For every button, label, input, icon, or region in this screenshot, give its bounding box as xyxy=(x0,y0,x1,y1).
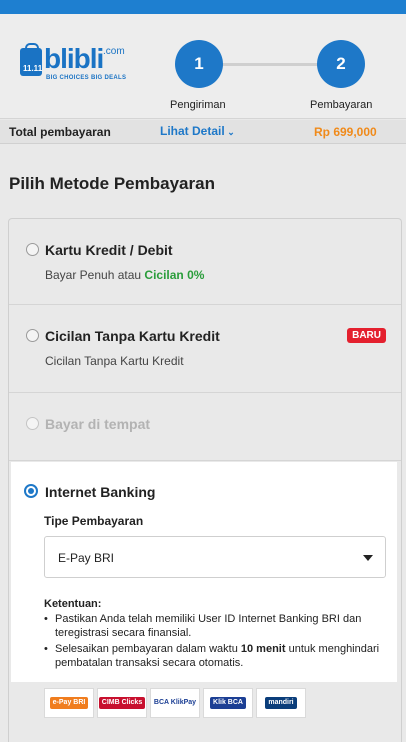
page-title: Pilih Metode Pembayaran xyxy=(9,174,215,193)
logo-tagline: BIG CHOICES BIG DEALS xyxy=(46,75,127,81)
checkout-header: 11.11 blibli .com BIG CHOICES BIG DEALS … xyxy=(0,14,406,119)
total-amount: Rp 699,000 xyxy=(314,125,377,139)
term-item: Pastikan Anda telah memiliki User ID Int… xyxy=(44,612,389,640)
method-title: Kartu Kredit / Debit xyxy=(45,242,173,258)
chevron-down-icon: ⌄ xyxy=(224,127,235,137)
klik-bca-logo: Klik BCA xyxy=(203,688,253,718)
method-cash-on-delivery: Bayar di tempat xyxy=(9,393,401,461)
radio-button[interactable] xyxy=(26,329,39,342)
radio-button xyxy=(26,417,39,430)
radio-button[interactable] xyxy=(26,243,39,256)
radio-button-selected[interactable] xyxy=(24,484,38,498)
step-1-circle: 1 xyxy=(175,40,223,88)
dropdown-caret-icon xyxy=(363,555,373,561)
shopping-bag-icon: 11.11 xyxy=(20,43,42,76)
step-2-label: Pembayaran xyxy=(310,99,373,111)
select-value: E-Pay BRI xyxy=(58,551,115,565)
view-detail-link[interactable]: Lihat Detail ⌄ xyxy=(160,124,235,138)
bca-klikpay-logo: BCA KlikPay xyxy=(150,688,200,718)
epay-bri-logo: e-Pay BRI xyxy=(44,688,94,718)
payment-type-label: Tipe Pembayaran xyxy=(44,514,144,528)
method-title: Bayar di tempat xyxy=(45,416,151,432)
new-badge: BARU xyxy=(347,328,386,343)
term-item: Selesaikan pembayaran dalam waktu 10 men… xyxy=(44,642,389,670)
top-accent-bar xyxy=(0,0,406,14)
method-subtitle: Cicilan Tanpa Kartu Kredit xyxy=(45,354,184,368)
method-title: Cicilan Tanpa Kartu Kredit xyxy=(45,328,220,344)
total-payment-bar: Total pembayaran Lihat Detail ⌄ Rp 699,0… xyxy=(0,120,406,144)
method-subtitle: Bayar Penuh atau Cicilan 0% xyxy=(45,268,205,282)
method-internet-banking[interactable]: Internet Banking Tipe Pembayaran E-Pay B… xyxy=(11,462,397,682)
method-title: Internet Banking xyxy=(45,484,156,500)
terms-title: Ketentuan: xyxy=(44,598,102,610)
method-credit-card[interactable]: Kartu Kredit / Debit Bayar Penuh atau Ci… xyxy=(9,219,401,305)
step-2-circle: 2 xyxy=(317,40,365,88)
blibli-logo[interactable]: 11.11 blibli .com BIG CHOICES BIG DEALS xyxy=(20,43,130,94)
terms-block: Ketentuan: Pastikan Anda telah memiliki … xyxy=(44,597,389,672)
installment-highlight: Cicilan 0% xyxy=(144,268,205,282)
method-installment-no-card[interactable]: Cicilan Tanpa Kartu Kredit Cicilan Tanpa… xyxy=(9,305,401,393)
payment-type-select[interactable]: E-Pay BRI xyxy=(44,536,386,578)
logo-wordmark: blibli xyxy=(44,43,104,74)
cimb-clicks-logo: CIMB Clicks xyxy=(97,688,147,718)
logo-com: .com xyxy=(103,46,125,57)
step-1-label: Pengiriman xyxy=(170,99,226,111)
total-label: Total pembayaran xyxy=(9,125,111,139)
mandiri-clickpay-logo: mandiri xyxy=(256,688,306,718)
